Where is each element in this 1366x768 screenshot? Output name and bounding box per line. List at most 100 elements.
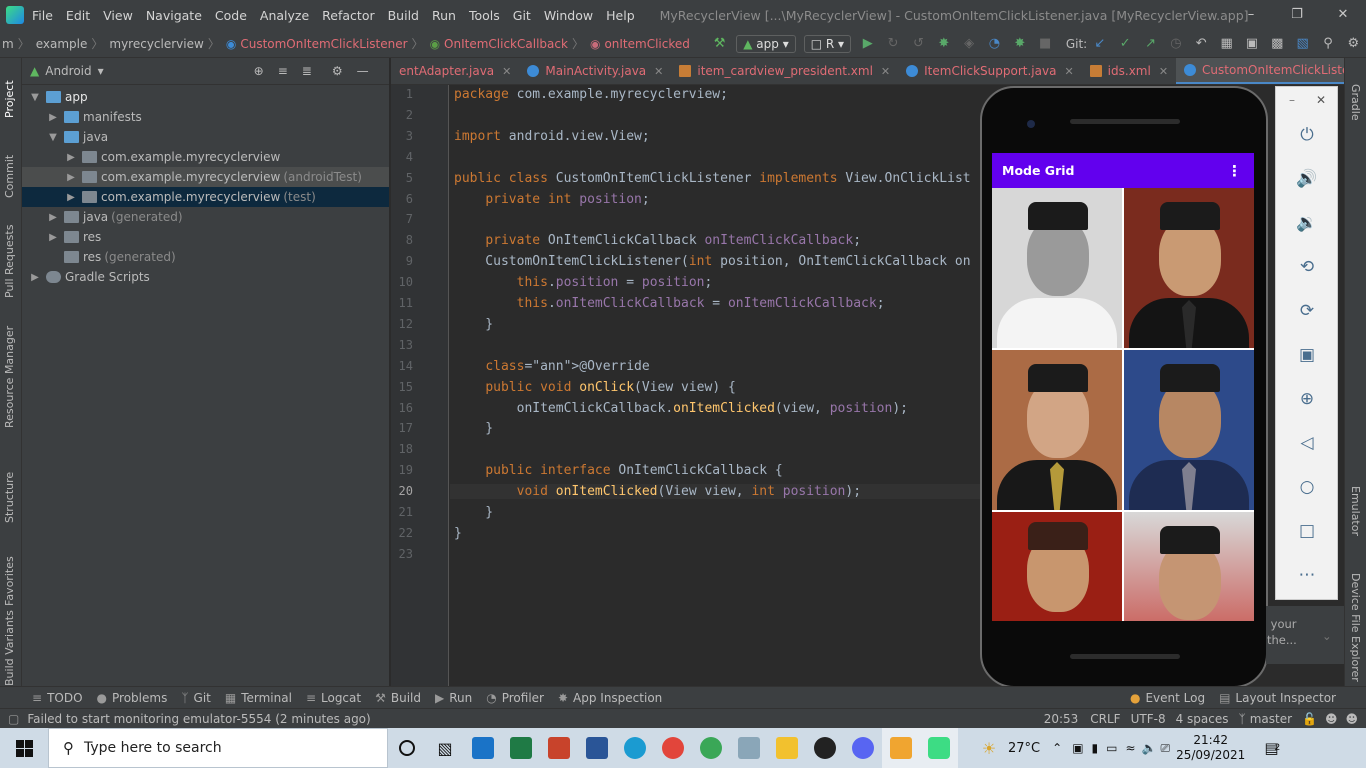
language-icon[interactable]: ⎚ bbox=[1161, 741, 1171, 756]
tab-gradle[interactable]: Gradle bbox=[1349, 84, 1362, 121]
menu-refactor[interactable]: Refactor bbox=[322, 8, 374, 23]
close-icon[interactable]: ✕ bbox=[502, 65, 511, 78]
chevron-right-icon[interactable]: ▶ bbox=[64, 192, 78, 203]
breadcrumb-myrecyclerview[interactable]: myrecyclerview bbox=[109, 37, 203, 51]
attach-debugger-icon[interactable]: ◈ bbox=[961, 35, 976, 53]
close-icon[interactable]: ✕ bbox=[1320, 0, 1366, 30]
windows-start-icon[interactable] bbox=[0, 728, 48, 768]
profile-icon[interactable]: ◔ bbox=[987, 35, 1002, 53]
chevron-down-icon[interactable]: ▼ bbox=[28, 92, 42, 103]
chevron-right-icon[interactable]: ▶ bbox=[46, 212, 60, 223]
chevron-right-icon[interactable]: ▶ bbox=[46, 232, 60, 243]
clock[interactable]: 21:42 25/09/2021 bbox=[1176, 733, 1245, 763]
device-manager-icon[interactable]: ▧ bbox=[1295, 35, 1310, 53]
breadcrumb-example[interactable]: example bbox=[36, 37, 88, 51]
menu-run[interactable]: Run bbox=[432, 8, 456, 23]
settings-icon[interactable]: ⚙ bbox=[1346, 35, 1361, 53]
git-history-icon[interactable]: ◷ bbox=[1168, 35, 1183, 53]
speaker-icon[interactable]: 🔈 bbox=[1142, 741, 1157, 755]
tool-logcat[interactable]: ≡ Logcat bbox=[306, 691, 361, 705]
code-editor[interactable]: package com.example.myrecyclerview; impor… bbox=[450, 85, 980, 686]
minimize-icon[interactable]: – bbox=[1228, 0, 1274, 30]
project-view-select[interactable]: Android bbox=[45, 64, 91, 78]
power-icon[interactable]: ⏻ bbox=[1295, 123, 1319, 147]
tool-event-log[interactable]: ● Event Log bbox=[1130, 691, 1205, 705]
chevron-right-icon[interactable]: ▶ bbox=[64, 172, 78, 183]
notifications-icon[interactable]: ▤ 2 bbox=[1253, 728, 1291, 768]
memory-icon[interactable]: ☻ bbox=[1345, 712, 1358, 726]
edge-icon[interactable] bbox=[616, 728, 654, 768]
run-icon[interactable]: ▶ bbox=[860, 35, 875, 53]
tool-run[interactable]: ▶ Run bbox=[435, 691, 472, 705]
line-separator[interactable]: CRLF bbox=[1090, 712, 1120, 726]
volume-up-icon[interactable]: 🔊 bbox=[1295, 167, 1319, 191]
tree-item-res-generated[interactable]: res (generated) bbox=[22, 247, 389, 267]
tab-ids-xml[interactable]: ids.xml ✕ bbox=[1082, 58, 1176, 84]
tool-terminal[interactable]: ▦ Terminal bbox=[225, 691, 292, 705]
file-explorer-icon[interactable] bbox=[768, 728, 806, 768]
tool-build[interactable]: ⚒ Build bbox=[375, 691, 421, 705]
tab-commit[interactable]: Commit bbox=[3, 155, 16, 198]
sdk-manager-icon[interactable]: ▣ bbox=[1244, 35, 1259, 53]
menu-build[interactable]: Build bbox=[388, 8, 419, 23]
stop-icon[interactable]: ■ bbox=[1037, 35, 1052, 53]
tree-item-java[interactable]: ▼ java bbox=[22, 127, 389, 147]
chevron-down-icon[interactable]: ▼ bbox=[46, 132, 60, 143]
grid-item-president-1[interactable] bbox=[992, 188, 1122, 348]
project-structure-icon[interactable]: ▦ bbox=[1219, 35, 1234, 53]
menu-tools[interactable]: Tools bbox=[469, 8, 500, 23]
status-toggle-icon[interactable]: ▢ bbox=[8, 712, 19, 726]
menu-edit[interactable]: Edit bbox=[66, 8, 90, 23]
home-icon[interactable]: ○ bbox=[1295, 475, 1319, 499]
caret-position[interactable]: 20:53 bbox=[1044, 712, 1079, 726]
zoom-icon[interactable]: ⊕ bbox=[1295, 387, 1319, 411]
inspector-icon[interactable]: ☻ bbox=[1325, 712, 1338, 726]
chrome-icon[interactable] bbox=[654, 728, 692, 768]
weather-icon[interactable]: ☀ bbox=[970, 728, 1008, 768]
chevron-down-icon[interactable]: ▾ bbox=[98, 64, 104, 78]
close-emulator-icon[interactable]: ✕ bbox=[1316, 93, 1326, 107]
tab-item-cardview-xml[interactable]: item_cardview_president.xml ✕ bbox=[671, 58, 898, 84]
lock-icon[interactable]: 🔓 bbox=[1302, 712, 1317, 726]
emulator-screen[interactable]: Mode Grid ⋮ bbox=[992, 153, 1254, 621]
tool-app-inspection[interactable]: ✸ App Inspection bbox=[558, 691, 662, 705]
tree-item-app[interactable]: ▼ app bbox=[22, 87, 389, 107]
tool-git[interactable]: ᛉ Git bbox=[181, 691, 211, 705]
git-push-icon[interactable]: ↗ bbox=[1143, 35, 1158, 53]
wifi-icon[interactable]: ≈ bbox=[1125, 741, 1135, 755]
rotate-left-icon[interactable]: ⟲ bbox=[1295, 255, 1319, 279]
tree-item-res[interactable]: ▶ res bbox=[22, 227, 389, 247]
grid-item-president-5[interactable] bbox=[992, 512, 1122, 621]
tab-structure[interactable]: Structure bbox=[3, 472, 16, 523]
search-icon[interactable]: ⚲ bbox=[1320, 35, 1335, 53]
app-w-icon[interactable] bbox=[882, 728, 920, 768]
grid-item-president-2[interactable] bbox=[1124, 188, 1254, 348]
menu-help[interactable]: Help bbox=[606, 8, 635, 23]
menu-code[interactable]: Code bbox=[215, 8, 247, 23]
powerpoint-icon[interactable] bbox=[540, 728, 578, 768]
status-message[interactable]: Failed to start monitoring emulator-5554… bbox=[27, 712, 370, 726]
cortana-icon[interactable] bbox=[388, 728, 426, 768]
tab-pull-requests[interactable]: Pull Requests bbox=[3, 225, 16, 298]
apply-code-icon[interactable]: ↺ bbox=[911, 35, 926, 53]
avd-manager-icon[interactable]: ▩ bbox=[1270, 35, 1285, 53]
breadcrumb-module[interactable]: m bbox=[2, 37, 14, 51]
chevron-down-icon[interactable]: ⌄ bbox=[1322, 628, 1332, 644]
tray-icon[interactable]: ▣ bbox=[1072, 741, 1083, 755]
excel-icon[interactable] bbox=[502, 728, 540, 768]
device-select[interactable]: □ R ▾ bbox=[803, 34, 852, 53]
menu-git[interactable]: Git bbox=[513, 8, 531, 23]
tab-favorites[interactable]: Favorites bbox=[3, 556, 16, 606]
grid-item-president-3[interactable] bbox=[992, 350, 1122, 510]
tab-customonitemclicklistener[interactable]: CustomOnItemClickListener.java✕ bbox=[1176, 58, 1344, 84]
breadcrumb-class[interactable]: CustomOnItemClickListener bbox=[240, 37, 407, 51]
close-icon[interactable]: ✕ bbox=[1064, 65, 1073, 78]
menu-analyze[interactable]: Analyze bbox=[260, 8, 309, 23]
temperature[interactable]: 27°C bbox=[1008, 741, 1040, 756]
overview-icon[interactable]: □ bbox=[1295, 519, 1319, 543]
app-icon[interactable] bbox=[730, 728, 768, 768]
chevron-right-icon[interactable]: ▶ bbox=[64, 152, 78, 163]
tab-emulator[interactable]: Emulator bbox=[1349, 486, 1362, 536]
expand-all-icon[interactable]: ≡ bbox=[278, 64, 288, 78]
collapse-all-icon[interactable]: ≣ bbox=[302, 64, 312, 78]
